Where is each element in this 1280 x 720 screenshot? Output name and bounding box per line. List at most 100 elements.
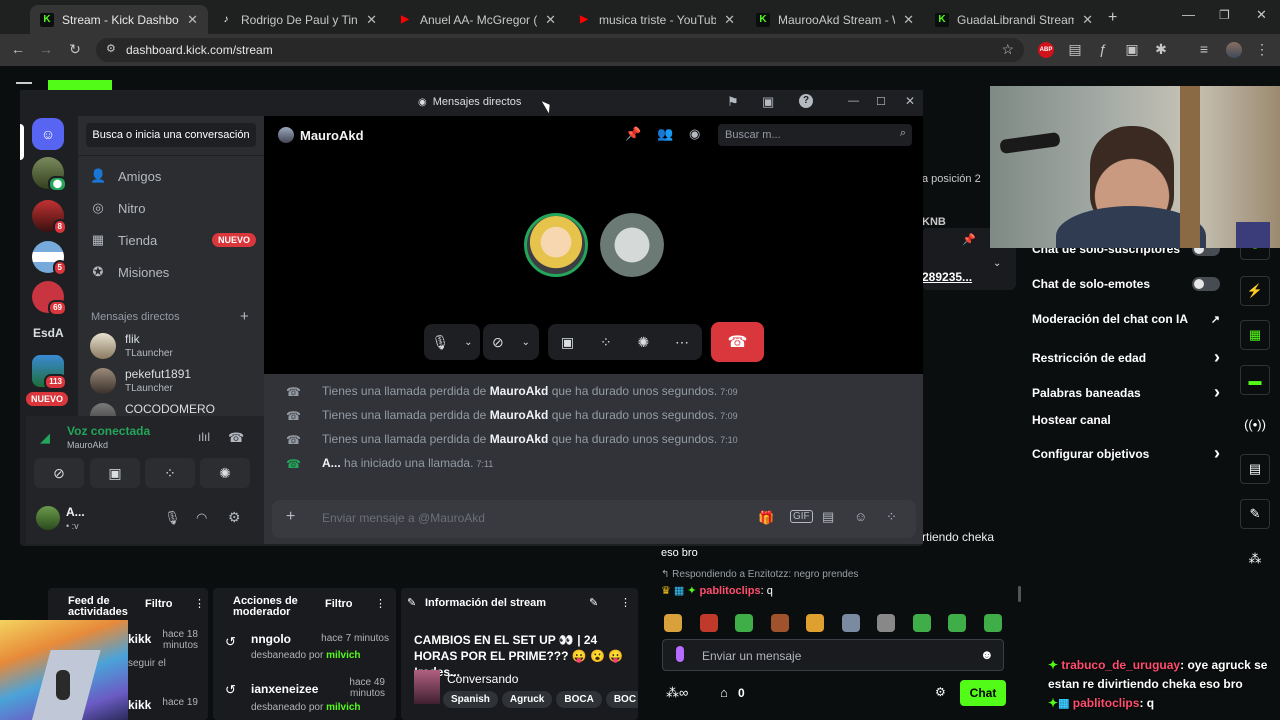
infinity-points-icon[interactable]: ⁂∞ xyxy=(666,685,688,701)
browser-tab[interactable]: ▶ musica triste - YouTube ✕ xyxy=(567,5,745,34)
server-icon-4[interactable]: 69 xyxy=(32,281,67,316)
voice-action-camera[interactable]: ⊘ xyxy=(34,458,84,488)
chat-username[interactable]: pablitoclips xyxy=(700,585,761,597)
moderator-actions-menu-icon[interactable]: ⋮ xyxy=(375,597,386,610)
kick-menu-icon[interactable] xyxy=(16,82,32,84)
puzzle-extensions-icon[interactable]: ✱ xyxy=(1151,41,1171,58)
browser-tab[interactable]: ♪ Rodrigo De Paul y Tini: Un Re ✕ xyxy=(209,5,387,34)
window-minimize-button[interactable]: — xyxy=(1182,7,1195,22)
tab-close-icon[interactable]: ✕ xyxy=(724,12,735,28)
emoji-icon[interactable]: ☺ xyxy=(854,509,867,524)
camera-control[interactable]: ⊘ ⌄ xyxy=(483,324,539,360)
chat-setting-row[interactable]: Hostear canal xyxy=(1032,413,1220,427)
tag-pill[interactable]: Spanish xyxy=(443,691,498,708)
new-tab-button[interactable]: + xyxy=(1108,9,1117,27)
tab-close-icon[interactable]: ✕ xyxy=(187,12,198,28)
apps-icon[interactable]: ⁘ xyxy=(886,509,897,525)
activity-feed-menu-icon[interactable]: ⋮ xyxy=(194,597,205,610)
channel-points-icon[interactable]: ⌂ xyxy=(720,685,728,700)
browser-tab[interactable]: K MaurooAkd Stream - Watch ✕ xyxy=(746,5,924,34)
emote-icon[interactable] xyxy=(735,614,753,632)
screenshare-icon[interactable]: ▣ xyxy=(561,334,574,351)
emote-icon[interactable] xyxy=(770,614,789,632)
tag-pill[interactable]: BOC xyxy=(605,691,638,708)
dm-item[interactable]: flik TLauncher xyxy=(90,330,256,364)
emote-icon[interactable] xyxy=(664,614,682,632)
toggle-switch[interactable] xyxy=(1192,277,1220,291)
headphones-icon[interactable]: ◠ xyxy=(196,510,207,526)
server-icon-5[interactable]: 113 xyxy=(32,355,67,390)
emote-icon[interactable] xyxy=(912,614,931,632)
tab-close-icon[interactable]: ✕ xyxy=(903,12,914,28)
inbox-icon[interactable]: ▣ xyxy=(762,94,774,110)
hang-up-button[interactable]: ☎ xyxy=(711,322,764,362)
message-username[interactable]: MauroAkd xyxy=(490,384,549,398)
new-servers-badge[interactable]: NUEVO xyxy=(26,392,69,406)
noise-suppression-icon[interactable]: ılıl xyxy=(198,430,210,444)
attach-plus-icon[interactable]: + xyxy=(286,508,295,526)
server-icon-2[interactable]: 8 xyxy=(32,200,67,235)
voice-channel-label[interactable]: MauroAkd xyxy=(67,440,108,450)
mic-input-icon[interactable] xyxy=(676,646,684,662)
tag-pill[interactable]: BOCA xyxy=(556,691,602,708)
server-icon-3[interactable]: 5 xyxy=(32,241,67,276)
call-participant-2[interactable] xyxy=(600,213,664,277)
gift-icon[interactable]: 🎁 xyxy=(758,510,774,526)
forward-icon[interactable]: → xyxy=(36,41,56,57)
edit-pencil-icon[interactable]: ✎ xyxy=(589,596,598,609)
tab-close-icon[interactable]: ✕ xyxy=(545,12,556,28)
dm-item[interactable]: pekefut1891 TLauncher xyxy=(90,365,256,399)
mic-icon[interactable]: 🎙 xyxy=(164,510,181,526)
discord-minimize-button[interactable]: — xyxy=(848,95,859,107)
voice-action-screenshare[interactable]: ▣ xyxy=(90,458,140,488)
emote-icon[interactable] xyxy=(983,614,1002,632)
moderator-actions-filter[interactable]: Filtro xyxy=(325,598,353,610)
message-username[interactable]: MauroAkd xyxy=(490,432,549,446)
chat-setting-row[interactable]: Restricción de edad › xyxy=(1032,347,1220,368)
expand-chevron-icon[interactable]: ⌄ xyxy=(993,258,1001,269)
extension-icon[interactable]: ▤ xyxy=(1065,41,1085,58)
chat-settings-icon[interactable]: ⚙ xyxy=(935,685,946,699)
nav-item[interactable]: ✪ Misiones xyxy=(90,259,256,285)
inbox-flag-icon[interactable]: ⚑ xyxy=(727,94,739,110)
help-icon[interactable]: ? xyxy=(799,94,813,108)
chat-bubble-icon[interactable]: ▬ xyxy=(1240,365,1270,395)
emote-icon[interactable] xyxy=(877,614,895,632)
pinned-icon[interactable]: 📌 xyxy=(625,126,641,142)
message-username[interactable]: A... xyxy=(322,456,341,470)
soundboard-icon[interactable]: ✺ xyxy=(638,334,650,351)
camera-off-icon[interactable]: ⊘ xyxy=(492,334,504,351)
bookmark-star-icon[interactable]: ☆ xyxy=(1001,41,1014,58)
call-search-input[interactable]: Buscar m... ⌕ xyxy=(718,124,912,146)
call-mic-icon[interactable]: 🎙 xyxy=(431,334,449,351)
chat-setting-row[interactable]: Palabras baneadas › xyxy=(1032,382,1220,403)
site-info-icon[interactable]: ⚙ xyxy=(106,42,116,55)
voice-action-soundboard[interactable]: ✺ xyxy=(200,458,250,488)
connections-icon[interactable]: ⁂ xyxy=(1240,544,1270,574)
lightning-icon[interactable]: ⚡ xyxy=(1240,276,1270,306)
mic-control[interactable]: 🎙 ⌄ xyxy=(424,324,480,360)
message-username[interactable]: MauroAkd xyxy=(490,408,549,422)
stream-info-menu-icon[interactable]: ⋮ xyxy=(620,596,631,609)
nav-item[interactable]: ◎ Nitro xyxy=(90,195,256,221)
window-close-button[interactable]: ✕ xyxy=(1256,7,1267,23)
adblock-extension-icon[interactable]: ABP xyxy=(1038,42,1054,58)
browser-menu-icon[interactable]: ⋮ xyxy=(1252,41,1272,58)
pin-icon[interactable]: 📌 xyxy=(962,233,976,246)
emote-icon[interactable] xyxy=(948,614,966,632)
profile-avatar[interactable] xyxy=(1226,42,1242,58)
activity-feed-filter[interactable]: Filtro xyxy=(145,598,173,610)
discord-home-icon[interactable]: ☺ xyxy=(32,118,64,150)
category-name[interactable]: Conversando xyxy=(447,672,518,686)
stream-key-value[interactable]: 289235... xyxy=(922,270,972,284)
mic-options-chevron-icon[interactable]: ⌄ xyxy=(464,337,472,348)
browser-tab[interactable]: K GuadaLibrandi Stream - Wat ✕ xyxy=(925,5,1103,34)
sticker-icon[interactable]: ▤ xyxy=(822,509,834,525)
emoji-picker-icon[interactable]: ☻ xyxy=(980,647,994,662)
camera-options-chevron-icon[interactable]: ⌄ xyxy=(522,337,530,348)
tab-close-icon[interactable]: ✕ xyxy=(1082,12,1093,28)
discord-close-button[interactable]: ✕ xyxy=(905,94,915,108)
notes-icon[interactable]: ▦ xyxy=(1240,320,1270,350)
script-extension-icon[interactable]: ƒ xyxy=(1093,41,1113,57)
add-friends-icon[interactable]: 👥 xyxy=(657,126,673,142)
